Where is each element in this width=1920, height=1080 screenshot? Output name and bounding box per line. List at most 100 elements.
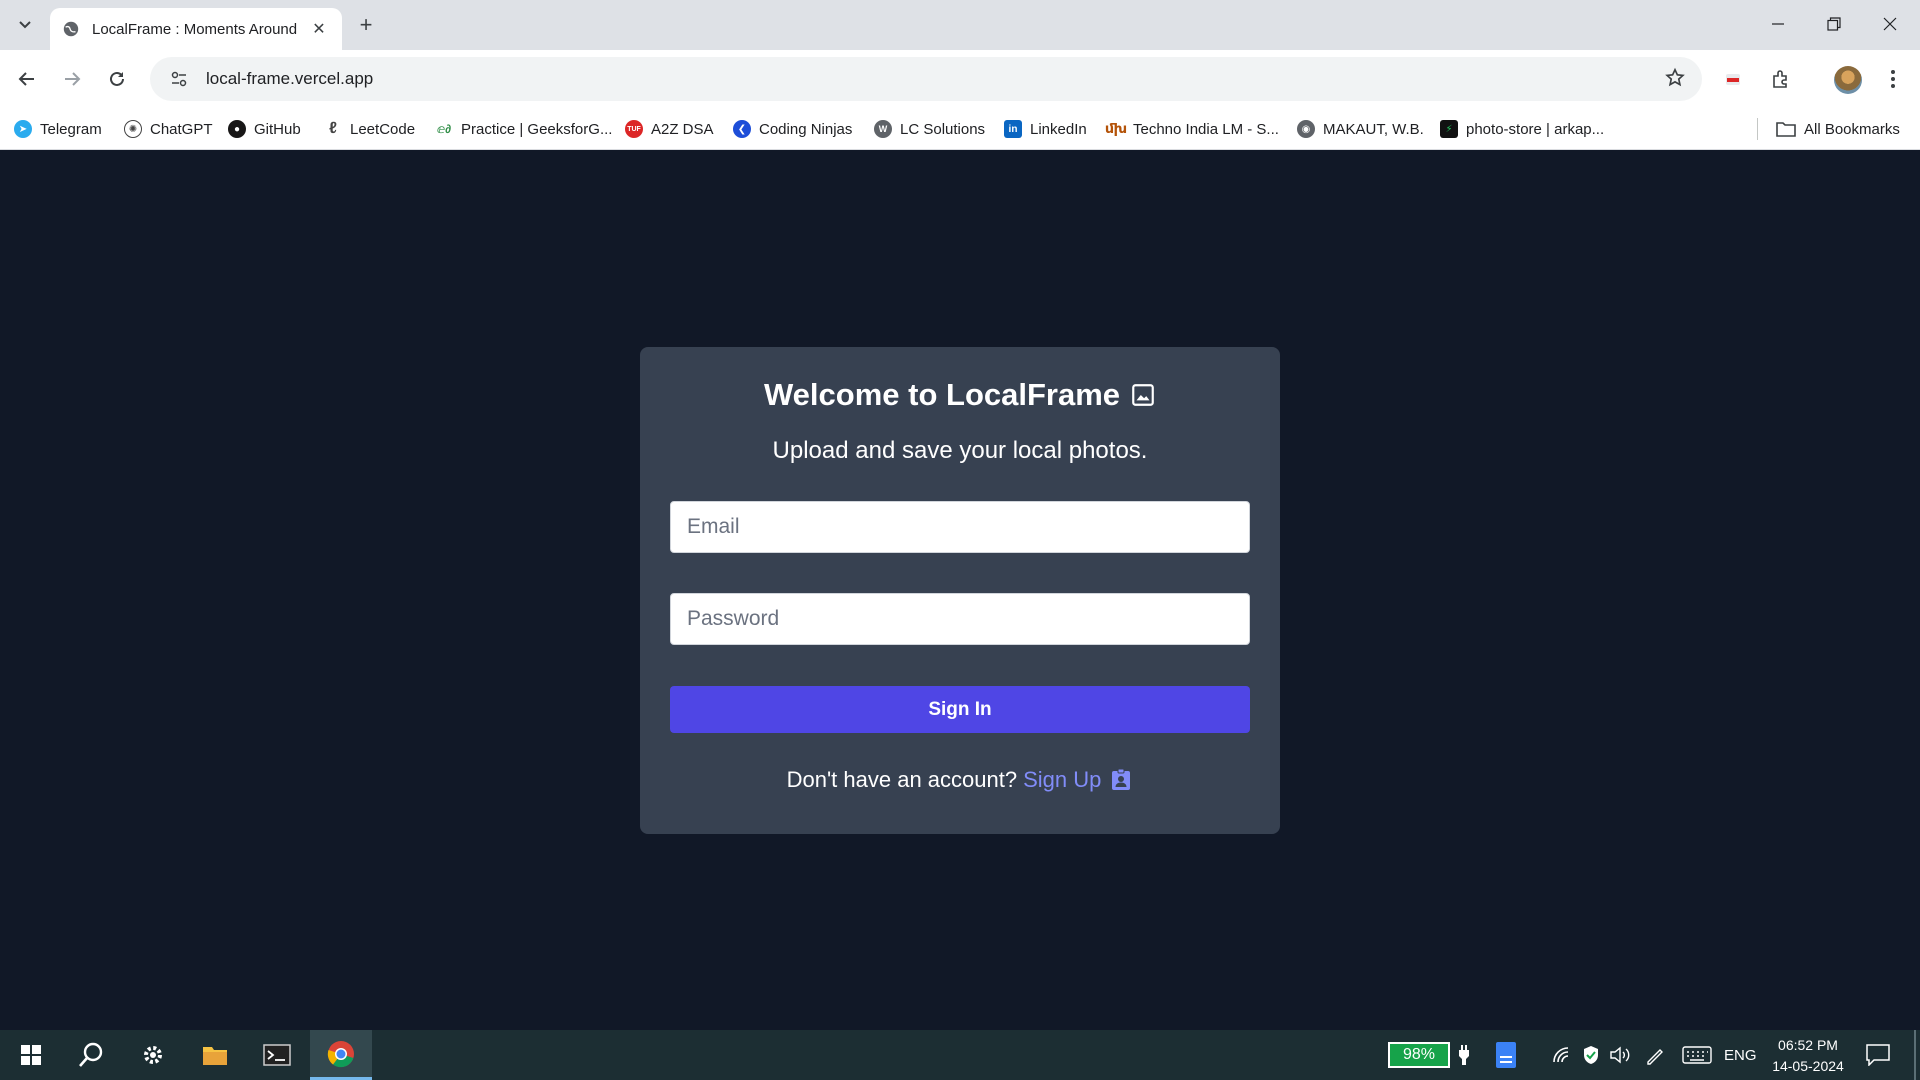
- bookmark-label: Telegram: [40, 120, 102, 138]
- bookmark-linkedin[interactable]: in LinkedIn: [1004, 116, 1087, 142]
- gear-icon: [144, 1046, 162, 1064]
- geeksforgeeks-icon: ⅇ∂: [436, 122, 452, 136]
- settings-taskbar-button[interactable]: [122, 1030, 184, 1080]
- password-field[interactable]: [670, 593, 1250, 645]
- bookmark-coding-ninjas[interactable]: ❮ Coding Ninjas: [733, 116, 852, 142]
- pdf-extension-button[interactable]: [1716, 62, 1750, 96]
- restore-button[interactable]: [1812, 6, 1856, 42]
- browser-toolbar: local-frame.vercel.app: [0, 50, 1920, 108]
- welcome-heading: Welcome to LocalFrame: [640, 377, 1280, 413]
- welcome-title: Welcome to LocalFrame: [763, 377, 1121, 412]
- bookmark-label: GitHub: [254, 120, 301, 138]
- bookmark-chatgpt[interactable]: ✺ ChatGPT: [124, 116, 213, 142]
- forward-button[interactable]: [55, 62, 89, 96]
- notepad-taskbar-button[interactable]: [1494, 1042, 1518, 1068]
- search-button[interactable]: [60, 1030, 122, 1080]
- close-icon: [1883, 17, 1897, 31]
- bookmark-label: LeetCode: [350, 120, 416, 138]
- show-desktop-button[interactable]: [1914, 1030, 1916, 1080]
- start-button[interactable]: [0, 1030, 62, 1080]
- shield-icon[interactable]: [1582, 1042, 1600, 1068]
- search-icon: [79, 1042, 103, 1067]
- pen-icon[interactable]: [1645, 1042, 1665, 1068]
- bookmarks-divider: [1757, 118, 1758, 140]
- login-card: Welcome to LocalFrame Upload and save yo…: [640, 347, 1280, 834]
- site-info-icon[interactable]: [168, 68, 190, 90]
- bookmark-star-icon[interactable]: [1664, 67, 1686, 94]
- chatgpt-icon: ✺: [124, 120, 142, 138]
- all-bookmarks-button[interactable]: All Bookmarks: [1776, 116, 1900, 142]
- page-content: Welcome to LocalFrame Upload and save yo…: [0, 151, 1920, 1030]
- menu-button[interactable]: [1876, 62, 1910, 96]
- bookmark-label: LinkedIn: [1030, 120, 1087, 138]
- techno-india-icon: ﬗ: [1104, 121, 1128, 136]
- bookmark-label: Practice | GeeksforG...: [461, 120, 613, 138]
- bookmark-github[interactable]: ● GitHub: [228, 116, 301, 142]
- address-bar[interactable]: local-frame.vercel.app: [150, 57, 1702, 101]
- clock-time: 06:52 PM: [1778, 1037, 1838, 1053]
- restore-icon: [1827, 17, 1841, 31]
- bookmark-label: Coding Ninjas: [759, 120, 853, 138]
- back-button[interactable]: [10, 62, 44, 96]
- file-explorer-button[interactable]: [184, 1030, 246, 1080]
- globe-icon: ◉: [1297, 120, 1315, 138]
- bookmark-leetcode[interactable]: ℓ LeetCode: [324, 116, 415, 142]
- reload-button[interactable]: [100, 62, 134, 96]
- sign-up-link[interactable]: Sign Up: [1023, 767, 1101, 793]
- volume-icon[interactable]: [1610, 1042, 1632, 1068]
- puzzle-icon: [1773, 70, 1787, 88]
- close-tab-icon[interactable]: ✕: [308, 18, 330, 40]
- keyboard-icon[interactable]: [1682, 1042, 1712, 1068]
- chevron-down-icon: [19, 21, 31, 29]
- notifications-button[interactable]: [1866, 1042, 1890, 1068]
- system-clock[interactable]: 06:52 PM 14-05-2024: [1768, 1035, 1848, 1077]
- minimize-button[interactable]: [1756, 6, 1800, 42]
- tab-title: LocalFrame : Moments Around: [92, 20, 298, 38]
- contact-card-icon[interactable]: [1109, 768, 1133, 792]
- bookmark-lc-solutions[interactable]: W LC Solutions: [874, 116, 985, 142]
- plug-icon: [1458, 1042, 1470, 1068]
- clock-date: 14-05-2024: [1772, 1058, 1844, 1074]
- bookmark-photo-store[interactable]: ⚡ photo-store | arkap...: [1440, 116, 1604, 142]
- bookmark-label: photo-store | arkap...: [1466, 120, 1605, 138]
- close-window-button[interactable]: [1868, 6, 1912, 42]
- wifi-icon[interactable]: [1552, 1042, 1572, 1068]
- sign-in-button[interactable]: Sign In: [670, 686, 1250, 733]
- folder-icon: [203, 1047, 227, 1065]
- active-tab[interactable]: LocalFrame : Moments Around ✕: [50, 8, 342, 50]
- extensions-button[interactable]: [1764, 62, 1798, 96]
- reload-icon: [110, 71, 124, 86]
- tab-strip: LocalFrame : Moments Around ✕ +: [0, 0, 1920, 50]
- welcome-subtitle: Upload and save your local photos.: [772, 437, 1148, 464]
- windows-taskbar: 98% ENG 06:52 PM 14-05-2024: [0, 1030, 1920, 1080]
- message-icon: [1866, 1044, 1890, 1066]
- bookmark-label: MAKAUT, W.B.: [1323, 120, 1424, 138]
- signup-prompt: Don't have an account? Sign Up: [640, 767, 1280, 793]
- notepad-icon: [1496, 1042, 1516, 1068]
- url-text[interactable]: local-frame.vercel.app: [206, 69, 373, 89]
- new-tab-button[interactable]: +: [352, 11, 380, 39]
- bookmark-label: Techno India LM - S...: [1133, 120, 1279, 138]
- bookmark-a2z-dsa[interactable]: TUF A2Z DSA: [625, 116, 714, 142]
- photo-store-icon: ⚡: [1440, 120, 1458, 138]
- bookmark-telegram[interactable]: ➤ Telegram: [14, 116, 102, 142]
- bookmark-techno-india[interactable]: ﬗ Techno India LM - S...: [1104, 116, 1279, 142]
- terminal-icon: [263, 1044, 291, 1066]
- windows-icon: [21, 1045, 41, 1065]
- bookmark-makaut[interactable]: ◉ MAKAUT, W.B.: [1297, 116, 1424, 142]
- folder-icon: [1776, 122, 1796, 137]
- bookmark-label: A2Z DSA: [651, 120, 714, 138]
- image-icon: [1132, 384, 1154, 406]
- battery-indicator[interactable]: 98%: [1388, 1042, 1450, 1068]
- language-indicator[interactable]: ENG: [1724, 1042, 1757, 1068]
- tab-search-button[interactable]: [10, 9, 40, 39]
- telegram-icon: ➤: [14, 120, 32, 138]
- bookmarks-bar: ➤ Telegram ✺ ChatGPT ● GitHub ℓ LeetCode…: [0, 108, 1920, 150]
- email-field[interactable]: [670, 501, 1250, 553]
- leetcode-icon: ℓ: [329, 120, 337, 137]
- chrome-taskbar-button[interactable]: [310, 1030, 372, 1080]
- profile-avatar[interactable]: [1834, 66, 1862, 94]
- terminal-button[interactable]: [246, 1030, 308, 1080]
- bookmark-label: ChatGPT: [150, 120, 213, 138]
- bookmark-geeksforgeeks[interactable]: ⅇ∂ Practice | GeeksforG...: [435, 116, 613, 142]
